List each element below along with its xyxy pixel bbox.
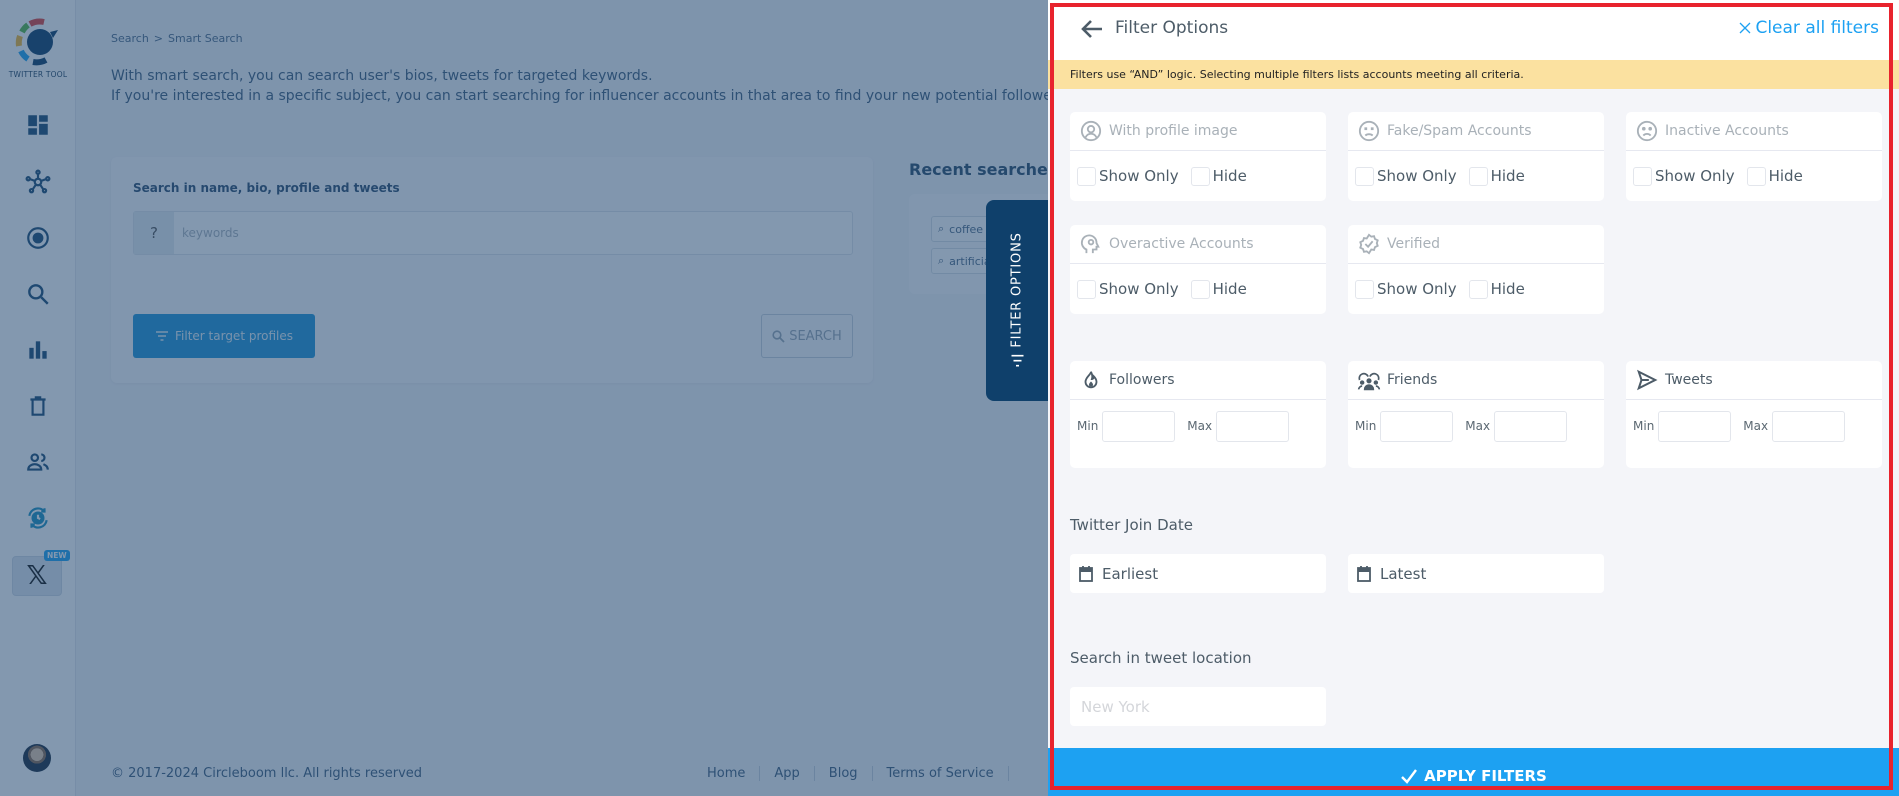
hide-checkbox[interactable] — [1468, 166, 1488, 186]
hide-label: Hide — [1768, 167, 1803, 185]
filter-card-title: Overactive Accounts — [1109, 236, 1254, 252]
clear-all-filters-button[interactable]: Clear all filters — [1739, 18, 1879, 38]
show-only-label: Show Only — [1099, 280, 1179, 298]
fire-icon — [1084, 371, 1098, 389]
panel-title: Filter Options — [1115, 18, 1229, 38]
apply-filters-label: APPLY FILTERS — [1424, 767, 1547, 785]
tweets-min-input[interactable] — [1658, 411, 1732, 442]
filter-card-verified: Verified Show Only Hide — [1348, 225, 1604, 314]
followers-max-input[interactable] — [1216, 411, 1290, 442]
calendar-icon — [1079, 566, 1093, 582]
range-card-title: Friends — [1387, 372, 1438, 388]
filter-options-tab[interactable]: FILTER OPTIONS — [986, 200, 1048, 401]
hide-label: Hide — [1490, 167, 1525, 185]
filter-card-overactive: Overactive Accounts Show Only Hide — [1070, 225, 1326, 314]
earliest-label: Earliest — [1102, 564, 1159, 583]
calendar-icon — [1357, 566, 1371, 582]
fake-spam-icon — [1358, 120, 1380, 142]
filter-options-panel: Filter Options Clear all filters Filters… — [1048, 0, 1899, 796]
show-only-label: Show Only — [1377, 280, 1457, 298]
tweet-location-title: Search in tweet location — [1070, 649, 1252, 667]
send-icon — [1637, 369, 1658, 391]
join-date-title: Twitter Join Date — [1070, 516, 1193, 534]
profile-image-icon — [1080, 120, 1102, 142]
clear-all-filters-label: Clear all filters — [1755, 18, 1879, 38]
hide-checkbox[interactable] — [1190, 279, 1210, 299]
friends-max-input[interactable] — [1494, 411, 1568, 442]
max-label: Max — [1465, 419, 1491, 433]
filter-card-title: With profile image — [1109, 123, 1238, 139]
tweet-location-input[interactable] — [1070, 687, 1326, 726]
hide-label: Hide — [1490, 280, 1525, 298]
range-card-tweets: Tweets Min Max — [1626, 361, 1882, 468]
earliest-date-picker[interactable]: Earliest — [1070, 554, 1326, 593]
verified-icon — [1359, 233, 1379, 255]
latest-label: Latest — [1380, 564, 1427, 583]
filter-card-fake-spam: Fake/Spam Accounts Show Only Hide — [1348, 112, 1604, 201]
max-label: Max — [1187, 419, 1213, 433]
back-arrow-icon[interactable] — [1078, 16, 1106, 42]
filter-options-tab-label: FILTER OPTIONS — [1009, 232, 1025, 348]
filter-card-title: Verified — [1387, 236, 1441, 252]
show-only-label: Show Only — [1655, 167, 1735, 185]
check-icon — [1401, 769, 1418, 784]
followers-min-input[interactable] — [1102, 411, 1176, 442]
apply-filters-button[interactable]: APPLY FILTERS — [1048, 748, 1899, 796]
hide-checkbox[interactable] — [1746, 166, 1766, 186]
show-only-checkbox[interactable] — [1355, 166, 1374, 186]
show-only-checkbox[interactable] — [1633, 166, 1652, 186]
inactive-icon — [1636, 120, 1658, 142]
close-icon — [1739, 22, 1751, 34]
range-card-followers: Followers Min Max — [1070, 361, 1326, 468]
panel-header: Filter Options Clear all filters — [1048, 0, 1899, 60]
max-label: Max — [1743, 419, 1769, 433]
show-only-checkbox[interactable] — [1077, 166, 1096, 186]
and-logic-banner: Filters use “AND” logic. Selecting multi… — [1048, 60, 1899, 89]
show-only-checkbox[interactable] — [1355, 279, 1374, 299]
hide-checkbox[interactable] — [1468, 279, 1488, 299]
hide-label: Hide — [1212, 280, 1247, 298]
min-label: Min — [1077, 419, 1099, 433]
filter-card-title: Inactive Accounts — [1665, 123, 1789, 139]
filter-card-inactive: Inactive Accounts Show Only Hide — [1626, 112, 1882, 201]
min-label: Min — [1633, 419, 1655, 433]
range-card-title: Tweets — [1665, 372, 1713, 388]
show-only-label: Show Only — [1099, 167, 1179, 185]
hide-label: Hide — [1212, 167, 1247, 185]
latest-date-picker[interactable]: Latest — [1348, 554, 1604, 593]
tweets-max-input[interactable] — [1772, 411, 1846, 442]
friends-min-input[interactable] — [1380, 411, 1454, 442]
show-only-checkbox[interactable] — [1077, 279, 1096, 299]
overactive-icon — [1080, 234, 1100, 254]
min-label: Min — [1355, 419, 1377, 433]
show-only-label: Show Only — [1377, 167, 1457, 185]
filter-icon — [1011, 354, 1023, 367]
modal-backdrop[interactable] — [0, 0, 1048, 796]
hide-checkbox[interactable] — [1190, 166, 1210, 186]
filter-card-profile-image: With profile image Show Only Hide — [1070, 112, 1326, 201]
filter-card-title: Fake/Spam Accounts — [1387, 123, 1532, 139]
friends-icon — [1357, 372, 1381, 391]
range-card-title: Followers — [1109, 372, 1175, 388]
range-card-friends: Friends Min Max — [1348, 361, 1604, 468]
